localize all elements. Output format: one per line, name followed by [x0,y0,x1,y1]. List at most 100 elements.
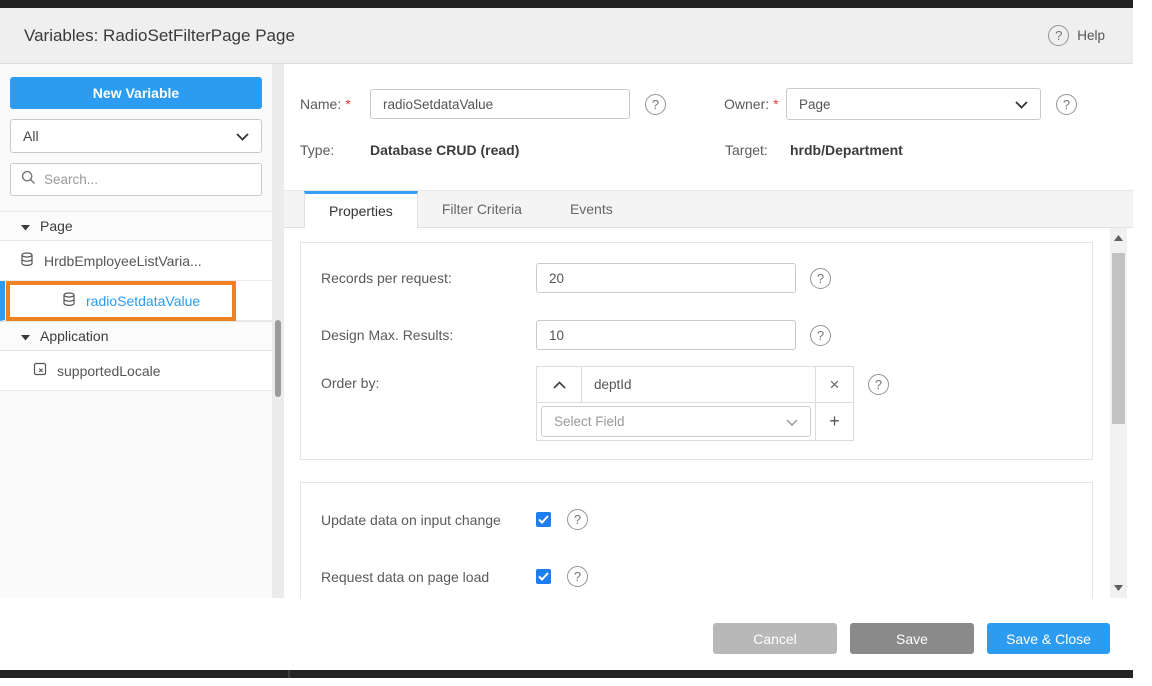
search-input[interactable] [44,172,251,187]
variable-list: Page HrdbEmployeeListVaria... radio [0,211,272,391]
section-label: Application [40,328,109,344]
order-by-add-row: Select Field + [536,403,854,441]
content-scrollbar-track[interactable] [1110,228,1127,598]
chevron-down-icon [1015,97,1028,112]
select-field-dropdown[interactable]: Select Field [541,406,811,437]
records-per-request-input[interactable] [536,263,796,293]
sidebar-item-radiosetdatavalue[interactable]: radioSetdataValue [0,281,272,321]
sidebar-section-page[interactable]: Page [0,211,272,241]
select-field-wrap: Select Field [537,403,815,440]
required-asterisk: * [773,96,778,112]
design-max-results-input[interactable] [536,320,796,350]
update-data-row: Update data on input change ? [321,509,1072,530]
caret-down-icon [21,218,30,234]
owner-select[interactable]: Page [786,88,1041,120]
required-asterisk: * [345,96,350,112]
order-by-control: deptId × Select Field [536,366,854,441]
scroll-down-arrow-icon[interactable] [1110,585,1127,591]
variable-detail-panel: Name:* ? Owner:* Page ? [284,64,1133,598]
page-title: Variables: RadioSetFilterPage Page [24,26,295,46]
tab-events[interactable]: Events [546,191,637,227]
name-label: Name:* [300,96,370,112]
search-icon [21,170,36,190]
name-input[interactable] [370,89,630,119]
owner-label: Owner:* [724,96,786,112]
design-max-results-row: Design Max. Results: ? [321,320,1072,350]
scroll-up-arrow-icon[interactable] [1110,235,1127,241]
variable-filter-select[interactable]: All [10,119,262,153]
help-button[interactable]: ? Help [1048,25,1105,46]
save-and-close-button[interactable]: Save & Close [987,623,1110,654]
cancel-button[interactable]: Cancel [713,623,837,654]
owner-help-icon[interactable]: ? [1056,94,1077,115]
owner-select-value: Page [799,97,831,112]
request-data-row: Request data on page load ? [321,566,1072,587]
caret-down-icon [21,328,30,344]
sidebar-item-hrdbemployeelistvariable[interactable]: HrdbEmployeeListVaria... [0,241,272,281]
chevron-up-icon [553,381,566,389]
request-data-help-icon[interactable]: ? [567,566,588,587]
variables-sidebar: New Variable All [0,64,272,598]
order-by-entry-row: deptId × [536,366,854,403]
type-target-row: Type: Database CRUD (read) Target: hrdb/… [284,140,1133,160]
type-value: Database CRUD (read) [370,142,519,158]
tab-properties[interactable]: Properties [304,191,418,228]
variables-dialog: Variables: RadioSetFilterPage Page ? Hel… [0,8,1133,678]
update-data-help-icon[interactable]: ? [567,509,588,530]
content-scrollbar-thumb[interactable] [1112,253,1125,424]
dialog-footer: Cancel Save Save & Close [0,598,1133,678]
tab-filter-criteria[interactable]: Filter Criteria [418,191,546,227]
chevron-down-icon [786,414,798,429]
remove-order-field-button[interactable]: × [815,367,853,402]
design-max-results-label: Design Max. Results: [321,327,536,343]
records-help-icon[interactable]: ? [810,268,831,289]
checkmark-icon [538,515,549,524]
checkmark-icon [538,572,549,581]
add-order-field-button[interactable]: + [815,403,853,440]
properties-tab-content: Records per request: ? Design Max. Resul… [284,228,1133,598]
dialog-header: Variables: RadioSetFilterPage Page ? Hel… [0,8,1133,64]
database-icon [20,252,34,270]
new-variable-button[interactable]: New Variable [10,77,262,109]
sort-direction-toggle[interactable] [537,367,582,402]
order-by-row: Order by: deptId × [321,366,1072,441]
bottom-black-bar [0,670,1133,678]
database-icon [62,292,76,310]
sidebar-scrollbar-thumb[interactable] [275,320,281,397]
order-by-help-icon[interactable]: ? [868,374,889,395]
order-by-field-value[interactable]: deptId [582,367,815,402]
tab-strip: Properties Filter Criteria Events [284,190,1133,228]
update-data-checkbox[interactable] [536,512,551,527]
order-by-label: Order by: [321,375,536,391]
target-value: hrdb/Department [790,142,903,158]
filter-select-value: All [23,128,39,144]
request-data-checkbox[interactable] [536,569,551,584]
records-per-request-label: Records per request: [321,270,536,286]
help-label[interactable]: Help [1077,28,1105,43]
select-field-placeholder: Select Field [554,414,625,429]
design-max-help-icon[interactable]: ? [810,325,831,346]
sidebar-section-application[interactable]: Application [0,321,272,351]
update-data-label: Update data on input change [321,512,536,528]
variable-item-label: HrdbEmployeeListVaria... [44,253,202,269]
records-per-request-row: Records per request: ? [321,263,1072,293]
sidebar-item-supportedlocale[interactable]: supportedLocale [0,351,272,391]
save-button[interactable]: Save [850,623,974,654]
target-label: Target: [725,142,768,158]
name-owner-row: Name:* ? Owner:* Page ? [284,88,1133,120]
variable-item-label-selected: radioSetdataValue [86,293,200,309]
screen: Variables: RadioSetFilterPage Page ? Hel… [0,0,1152,686]
dialog-body: New Variable All [0,64,1133,598]
bottom-bar-seam [288,670,290,678]
variable-search-box [10,163,262,196]
help-circle-icon[interactable]: ? [1048,25,1069,46]
variable-item-label: supportedLocale [57,363,161,379]
chevron-down-icon [236,128,249,144]
model-variable-icon [33,362,47,379]
top-black-bar [0,0,1133,8]
request-data-label: Request data on page load [321,569,536,585]
data-settings-card: Records per request: ? Design Max. Resul… [300,242,1093,460]
type-label: Type: [300,142,370,158]
name-help-icon[interactable]: ? [645,94,666,115]
sidebar-scrollbar-track[interactable] [272,64,284,598]
